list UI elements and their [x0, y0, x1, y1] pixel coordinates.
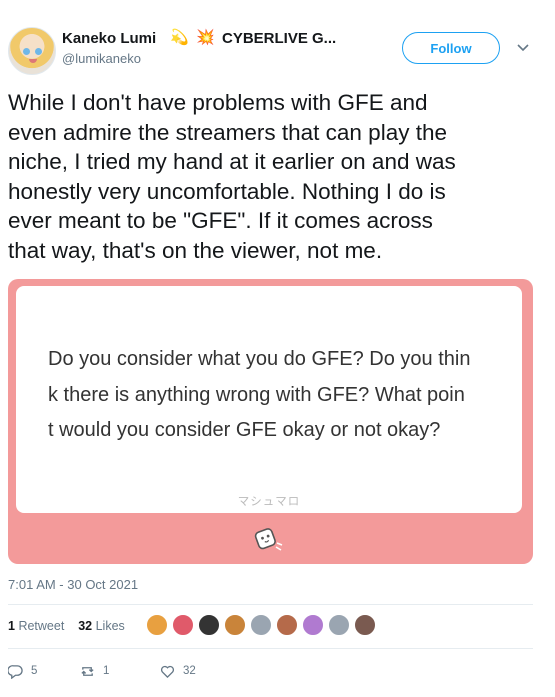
liker-avatar[interactable] — [328, 614, 350, 636]
like-count[interactable]: 32 — [78, 619, 92, 633]
tweet-text: While I don't have problems with GFE and… — [8, 88, 548, 265]
retweet-icon — [81, 666, 94, 676]
question-line: Do you consider what you do GFE? Do you … — [48, 348, 471, 370]
tweet-line: even admire the streamers that can play … — [8, 119, 447, 145]
question-text: Do you consider what you do GFE? Do you … — [48, 342, 518, 449]
avatar-mouth — [29, 59, 37, 63]
divider — [8, 648, 533, 649]
collision-emoji-icon: 💥 — [196, 29, 215, 46]
divider — [8, 604, 533, 605]
like-label[interactable]: Likes — [96, 619, 125, 633]
retweet-action-count: 1 — [103, 665, 110, 677]
attached-image-card[interactable]: Do you consider what you do GFE? Do you … — [8, 279, 533, 564]
retweet-label[interactable]: Retweet — [18, 619, 64, 633]
author-name-suffix[interactable]: CYBERLIVE G... — [222, 30, 336, 47]
reply-icon — [8, 664, 23, 679]
dizzy-emoji-icon: 💫 — [170, 29, 189, 46]
marshmallow-icon — [254, 528, 283, 551]
liker-avatar[interactable] — [354, 614, 376, 636]
liker-avatar[interactable] — [250, 614, 272, 636]
liker-avatar[interactable] — [198, 614, 220, 636]
service-label: マシュマロ — [237, 496, 301, 508]
avatar-eye — [35, 48, 42, 55]
retweet-count[interactable]: 1 — [8, 619, 15, 633]
liker-avatar[interactable] — [224, 614, 246, 636]
question-line: k there is anything wrong with GFE? What… — [48, 383, 465, 406]
question-card: Do you consider what you do GFE? Do you … — [16, 286, 522, 513]
engagement-stats: 1 Retweet 32 Likes — [8, 619, 125, 633]
tweet-line: that way, that's on the viewer, not me. — [8, 237, 383, 263]
liker-avatar[interactable] — [146, 614, 168, 636]
tweet-timestamp[interactable]: 7:01 AM - 30 Oct 2021 — [8, 577, 138, 592]
tweet-line: honestly very uncomfortable. Nothing I d… — [8, 178, 446, 204]
reply-button[interactable]: 5 — [8, 663, 37, 679]
liker-avatar[interactable] — [172, 614, 194, 636]
follow-button[interactable]: Follow — [402, 32, 500, 64]
author-display-name[interactable]: Kaneko Lumi — [62, 30, 156, 47]
tweet-line: ever meant to be "GFE". If it comes acro… — [8, 208, 433, 233]
like-button[interactable]: 32 — [160, 663, 196, 679]
author-avatar[interactable] — [8, 27, 56, 75]
retweet-button[interactable]: 1 — [80, 663, 109, 679]
avatar-eye — [23, 48, 30, 55]
liker-avatar[interactable] — [302, 614, 324, 636]
reply-count: 5 — [31, 665, 38, 677]
tweet-header: Kaneko Lumi 💫 💥 CYBERLIVE G... @lumikane… — [0, 0, 555, 84]
liker-avatar[interactable] — [276, 614, 298, 636]
tweet-line: While I don't have problems with GFE and — [8, 90, 428, 115]
like-action-count: 32 — [183, 665, 196, 677]
heart-icon — [161, 665, 174, 678]
chevron-down-icon[interactable] — [516, 40, 530, 54]
tweet-line: niche, I tried my hand at it earlier on … — [8, 149, 456, 174]
author-handle[interactable]: @lumikaneko — [62, 51, 141, 66]
question-line: t would you consider GFE okay or not oka… — [48, 419, 441, 441]
